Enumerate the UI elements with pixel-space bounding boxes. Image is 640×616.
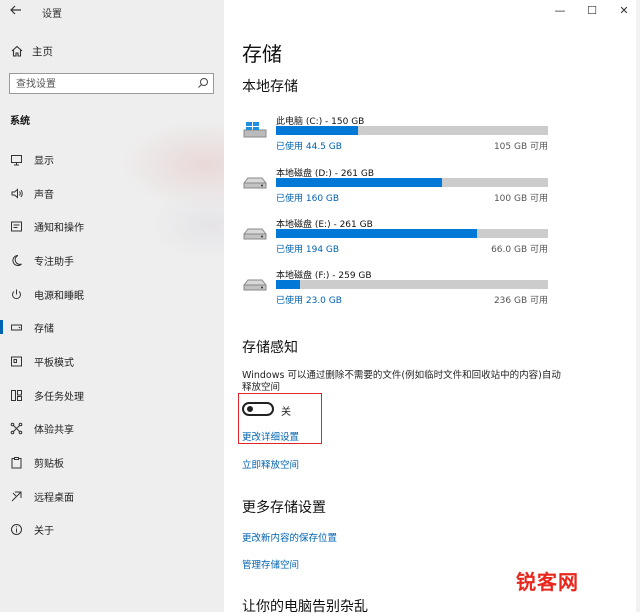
- drive-item[interactable]: 本地磁盘 (D:) - 261 GB 已使用 160 GB 100 GB 可用: [224, 166, 640, 210]
- sidebar-item-9[interactable]: 剪贴板: [0, 449, 224, 475]
- sidebar-item-1[interactable]: 声音: [0, 180, 224, 206]
- drive-item[interactable]: 本地磁盘 (E:) - 261 GB 已使用 194 GB 66.0 GB 可用: [224, 217, 640, 261]
- monitor-icon: [11, 154, 22, 165]
- hard-drive-icon: [243, 279, 267, 291]
- remote-icon: [11, 491, 22, 501]
- drive-free: 236 GB 可用: [493, 296, 548, 306]
- maximize-icon[interactable]: ☐: [582, 2, 602, 20]
- more-storage-heading: 更多存储设置: [242, 500, 326, 516]
- scrollbar[interactable]: [636, 0, 640, 612]
- declutter-heading: 让你的电脑告别杂乱: [242, 599, 368, 615]
- drive-used: 已使用 23.0 GB: [276, 296, 342, 306]
- app-title: 设置: [42, 9, 62, 20]
- sidebar-item-label: 剪贴板: [34, 458, 64, 470]
- power-icon: [12, 289, 21, 299]
- clipboard-icon: [11, 456, 22, 468]
- sidebar-item-11[interactable]: 关于: [0, 516, 224, 542]
- drive-usage-bar: [276, 229, 548, 238]
- storage-sense-description: Windows 可以通过删除不需要的文件(例如临时文件和回收站中的内容)自动释放…: [242, 370, 561, 393]
- drive-usage-fill: [276, 229, 478, 238]
- sidebar-item-label: 平板模式: [34, 357, 74, 369]
- notification-icon: [11, 221, 22, 231]
- share-icon: [10, 422, 23, 434]
- local-storage-heading: 本地存储: [242, 79, 298, 95]
- home-icon: [11, 45, 23, 57]
- sidebar-item-label: 通知和操作: [34, 222, 84, 234]
- title-bar: 设置: [0, 0, 224, 22]
- drive-usage-fill: [276, 126, 358, 135]
- active-indicator: [0, 320, 3, 334]
- drive-usage-fill: [276, 280, 301, 289]
- sidebar-item-label: 电源和睡眠: [34, 290, 84, 302]
- section-label: 系统: [10, 116, 30, 127]
- main-content: — ☐ ✕ 存储 本地存储 此电脑 (C:) - 150 GB 已使用 44.5 …: [224, 0, 640, 615]
- sidebar-item-10[interactable]: 远程桌面: [0, 483, 224, 509]
- sidebar-item-7[interactable]: 多任务处理: [0, 382, 224, 408]
- sidebar-item-4[interactable]: 电源和睡眠: [0, 281, 224, 307]
- tablet-icon: [11, 356, 22, 366]
- free-up-space-link[interactable]: 立即释放空间: [242, 457, 299, 471]
- sidebar-item-0[interactable]: 显示: [0, 146, 224, 172]
- back-arrow-icon[interactable]: [8, 3, 24, 19]
- home-label: 主页: [32, 45, 53, 58]
- search-input[interactable]: [10, 74, 198, 95]
- sidebar-item-8[interactable]: 体验共享: [0, 415, 224, 441]
- sidebar-item-3[interactable]: 专注助手: [0, 247, 224, 273]
- hard-drive-icon: [243, 177, 267, 189]
- hard-drive-icon: [243, 228, 267, 240]
- drive-item[interactable]: 此电脑 (C:) - 150 GB 已使用 44.5 GB 105 GB 可用: [224, 114, 640, 158]
- sidebar-item-6[interactable]: 平板模式: [0, 348, 224, 374]
- highlight-box: [238, 393, 322, 444]
- sidebar-item-label: 体验共享: [34, 424, 74, 436]
- watermark-text: 锐客网: [516, 569, 579, 594]
- close-icon[interactable]: ✕: [614, 2, 634, 20]
- minimize-icon[interactable]: —: [550, 2, 570, 20]
- sidebar-item-label: 远程桌面: [34, 492, 74, 504]
- drive-usage-bar: [276, 126, 548, 135]
- sidebar-item-5[interactable]: 存储: [0, 314, 224, 340]
- speaker-icon: [11, 187, 23, 199]
- storage-sense-heading: 存储感知: [242, 340, 298, 356]
- sidebar-item-label: 专注助手: [34, 256, 74, 268]
- sidebar-item-label: 显示: [34, 155, 54, 167]
- multitask-icon: [11, 389, 22, 401]
- page-title: 存储: [242, 42, 282, 66]
- home-nav[interactable]: 主页: [10, 42, 53, 60]
- drive-usage-bar: [276, 280, 548, 289]
- drive-free: 66.0 GB 可用: [491, 245, 548, 255]
- sidebar-item-2[interactable]: 通知和操作: [0, 213, 224, 239]
- watermark-logo: 锐客网: [516, 560, 579, 600]
- save-location-link[interactable]: 更改新内容的保存位置: [242, 530, 337, 544]
- storage-icon: [11, 324, 22, 330]
- sidebar-item-label: 关于: [34, 525, 54, 537]
- sidebar: 设置 主页 系统 显示声音通知和操作专注助手电源和睡眠存储平板模式多任务处理体验…: [0, 0, 224, 612]
- windows-drive-icon: [243, 122, 267, 138]
- moon-icon: [12, 254, 22, 266]
- drive-usage-bar: [276, 178, 548, 187]
- search-box[interactable]: [9, 73, 214, 95]
- drive-used: 已使用 44.5 GB: [276, 142, 342, 152]
- drive-used: 已使用 160 GB: [276, 194, 340, 204]
- info-icon: [11, 523, 22, 535]
- drive-item[interactable]: 本地磁盘 (F:) - 259 GB 已使用 23.0 GB 236 GB 可用: [224, 268, 640, 312]
- sidebar-item-label: 存储: [34, 323, 54, 335]
- sidebar-item-label: 多任务处理: [34, 391, 84, 403]
- manage-spaces-link[interactable]: 管理存储空间: [242, 557, 299, 571]
- sidebar-item-label: 声音: [34, 189, 54, 201]
- drive-usage-fill: [276, 178, 442, 187]
- drive-used: 已使用 194 GB: [276, 245, 340, 255]
- drive-free: 105 GB 可用: [493, 142, 548, 152]
- search-icon[interactable]: [197, 77, 209, 89]
- drive-free: 100 GB 可用: [493, 194, 548, 204]
